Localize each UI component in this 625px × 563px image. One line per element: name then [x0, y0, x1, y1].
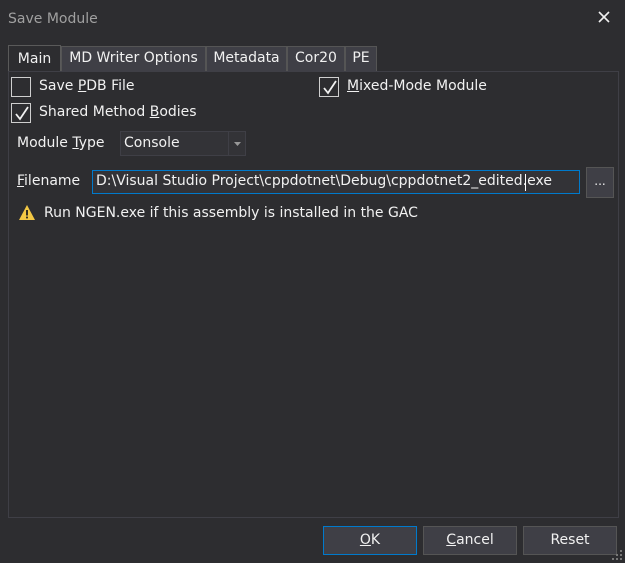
title-bar: Save Module	[0, 0, 625, 38]
cancel-button[interactable]: Cancel	[423, 526, 517, 555]
chevron-down-icon	[234, 142, 241, 146]
filename-label: Filename	[17, 173, 81, 189]
module-type-value: Console	[124, 135, 180, 151]
filename-input[interactable]: D:\Visual Studio Project\cppdotnet\Debug…	[92, 170, 580, 194]
close-icon	[598, 11, 610, 23]
reset-button[interactable]: Reset	[523, 526, 617, 555]
save-pdb-label[interactable]: Save PDB File	[39, 78, 135, 94]
mixed-mode-label[interactable]: Mixed-Mode Module	[347, 78, 487, 94]
tab-cor20[interactable]: Cor20	[287, 46, 345, 71]
module-type-select[interactable]: Console	[120, 131, 246, 156]
ok-button[interactable]: OK	[323, 526, 417, 555]
module-type-label: Module Type	[17, 135, 105, 151]
tab-pe[interactable]: PE	[345, 46, 377, 71]
warning-text: Run NGEN.exe if this assembly is install…	[44, 205, 418, 221]
mixed-mode-checkbox[interactable]	[319, 77, 339, 97]
tab-metadata[interactable]: Metadata	[206, 46, 287, 71]
window-title: Save Module	[8, 11, 98, 27]
shared-method-bodies-checkbox[interactable]	[11, 103, 31, 123]
tab-main[interactable]: Main	[8, 45, 61, 72]
shared-method-bodies-label[interactable]: Shared Method Bodies	[39, 104, 197, 120]
checkmark-icon	[323, 80, 337, 95]
browse-button[interactable]: ...	[586, 167, 614, 198]
checkmark-icon	[15, 106, 29, 121]
tab-md-writer-options[interactable]: MD Writer Options	[61, 46, 206, 71]
dropdown-arrow[interactable]	[228, 132, 245, 155]
text-caret	[525, 174, 526, 191]
close-button[interactable]	[593, 6, 615, 28]
warning-icon	[19, 205, 35, 220]
filename-value: D:\Visual Studio Project\cppdotnet\Debug…	[96, 173, 552, 189]
resize-grip-icon[interactable]	[611, 549, 623, 561]
save-pdb-checkbox[interactable]	[11, 77, 31, 97]
